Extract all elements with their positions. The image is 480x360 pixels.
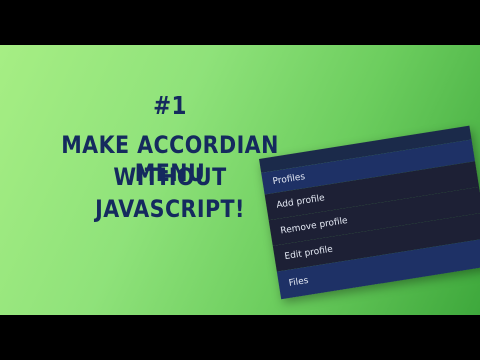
thumbnail-canvas: #1 MAKE ACCORDIAN MENU WITHOUT JAVASCRIP… (0, 45, 480, 315)
letterbox-top (0, 0, 480, 45)
letterbox-bottom (0, 315, 480, 360)
episode-number: #1 (153, 91, 187, 120)
